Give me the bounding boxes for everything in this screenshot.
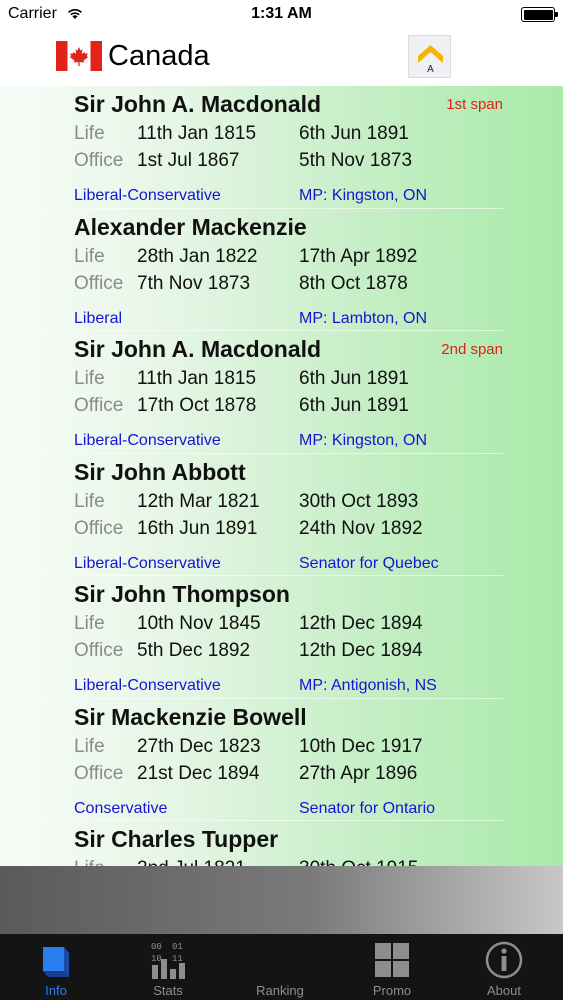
- list-item[interactable]: Sir John Thompson Life 10th Nov 1845 12th D…: [0, 576, 563, 699]
- tab-stats-label: Stats: [153, 983, 183, 998]
- party-label: Liberal-Conservative: [74, 677, 221, 694]
- death-date: 12th Dec 1894: [299, 613, 423, 634]
- seat-label: Senator for Ontario: [299, 799, 436, 817]
- prime-minister-list[interactable]: Sir John A. Macdonald 1st span Life 11th Ja…: [0, 86, 563, 866]
- death-date: 6th Jun 1891: [299, 123, 409, 144]
- badge-letter: A: [427, 64, 434, 75]
- info-icon: [485, 941, 523, 979]
- stats-digit: 00: [151, 942, 162, 952]
- office-start-date: 17th Oct 1878: [137, 395, 257, 416]
- office-end-date: 24th Nov 1892: [299, 517, 423, 539]
- office-start-date: 21st Dec 1894: [137, 762, 260, 784]
- stats-icon: 00 01 10 11: [151, 942, 185, 979]
- book-icon: [43, 947, 69, 977]
- office-label: Office: [74, 395, 124, 416]
- tab-promo-label: Promo: [372, 983, 412, 998]
- pm-name: Alexander Mackenzie: [74, 213, 307, 240]
- office-start-date: 7th Nov 1873: [137, 272, 251, 294]
- list-item[interactable]: Sir Charles Tupper Life 2nd Jul 1821 30th O…: [0, 821, 563, 866]
- tab-ranking-label: Ranking: [256, 983, 304, 998]
- ad-banner-area: [0, 866, 563, 934]
- status-time: 1:31 AM: [251, 5, 312, 22]
- life-label: Life: [74, 490, 105, 512]
- header: Canada A: [0, 28, 563, 86]
- birth-date: 11th Jan 1815: [137, 368, 257, 389]
- page-title: Canada: [108, 40, 210, 72]
- pm-name: Sir John A. Macdonald: [74, 336, 322, 362]
- life-label: Life: [74, 368, 105, 389]
- tab-about-label: About: [487, 983, 521, 998]
- office-end-date: 5th Nov 1873: [299, 150, 413, 171]
- office-end-date: 6th Jun 1891: [299, 395, 409, 416]
- life-label: Life: [74, 735, 105, 757]
- stats-digit: 11: [172, 954, 183, 964]
- canada-flag-icon: [56, 41, 102, 71]
- status-bar: Carrier 1:31 AM: [0, 0, 563, 28]
- app-badge-button[interactable]: A: [408, 35, 451, 78]
- tab-ranking[interactable]: Ranking: [224, 934, 336, 1000]
- life-label: Life: [74, 858, 105, 866]
- office-end-date: 12th Dec 1894: [299, 640, 423, 661]
- party-label: Conservative: [74, 799, 168, 817]
- seat-label: MP: Kingston, ON: [299, 187, 428, 204]
- seat-label: MP: Kingston, ON: [299, 432, 428, 449]
- office-start-date: 5th Dec 1892: [137, 640, 251, 661]
- tab-promo[interactable]: Promo: [336, 934, 448, 1000]
- span-note: 2nd span: [441, 341, 503, 358]
- death-date: 17th Apr 1892: [299, 245, 418, 267]
- party-label: Liberal: [74, 309, 123, 327]
- birth-date: 10th Nov 1845: [137, 613, 261, 634]
- birth-date: 28th Jan 1822: [137, 245, 258, 267]
- pm-name: Sir John Abbott: [74, 458, 246, 485]
- seat-label: MP: Antigonish, NS: [299, 677, 437, 694]
- death-date: 6th Jun 1891: [299, 368, 409, 389]
- office-end-date: 8th Oct 1878: [299, 272, 408, 294]
- office-label: Office: [74, 150, 124, 171]
- death-date: 30th Oct 1893: [299, 490, 419, 512]
- death-date: 30th Oct 1915: [299, 858, 418, 866]
- tab-info[interactable]: Info: [0, 934, 112, 1000]
- birth-date: 2nd Jul 1821: [137, 858, 246, 866]
- birth-date: 12th Mar 1821: [137, 490, 260, 512]
- seat-label: Senator for Quebec: [299, 554, 439, 572]
- life-label: Life: [74, 123, 105, 144]
- stats-digit: 01: [172, 942, 183, 952]
- life-label: Life: [74, 245, 105, 267]
- office-end-date: 27th Apr 1896: [299, 762, 418, 784]
- tab-bar: Info 00 01 10 11 Stats Ranking Promo Abo…: [0, 934, 563, 1000]
- list-item[interactable]: Sir John A. Macdonald 2nd span Life 11th Ja…: [0, 331, 563, 454]
- life-label: Life: [74, 613, 105, 634]
- pm-name: Sir Charles Tupper: [74, 826, 279, 852]
- party-label: Liberal-Conservative: [74, 187, 221, 204]
- pm-name: Sir Mackenzie Bowell: [74, 703, 307, 730]
- grid-icon: [375, 943, 409, 977]
- pm-name: Sir John Thompson: [74, 581, 290, 607]
- battery-icon: [521, 7, 558, 22]
- office-start-date: 16th Jun 1891: [137, 517, 258, 539]
- seat-label: MP: Lambton, ON: [299, 309, 428, 327]
- pm-name: Sir John A. Macdonald: [74, 91, 322, 117]
- tab-info-label: Info: [45, 983, 67, 998]
- tab-stats[interactable]: 00 01 10 11 Stats: [112, 934, 224, 1000]
- birth-date: 27th Dec 1823: [137, 735, 261, 757]
- party-label: Liberal-Conservative: [74, 554, 221, 572]
- death-date: 10th Dec 1917: [299, 735, 423, 757]
- office-label: Office: [74, 640, 124, 661]
- span-note: 1st span: [446, 96, 503, 113]
- office-label: Office: [74, 762, 124, 784]
- office-label: Office: [74, 517, 124, 539]
- list-item[interactable]: Sir John Abbott Life 12th Mar 1821 30th Oct…: [0, 454, 563, 576]
- office-label: Office: [74, 272, 124, 294]
- list-item[interactable]: Alexander Mackenzie Life 28th Jan 1822 17th…: [0, 209, 563, 331]
- list-item[interactable]: Sir John A. Macdonald 1st span Life 11th Ja…: [0, 86, 563, 209]
- app-a-icon: A: [418, 45, 443, 75]
- tab-about[interactable]: About: [448, 934, 560, 1000]
- stats-digit: 10: [151, 954, 162, 964]
- office-start-date: 1st Jul 1867: [137, 150, 240, 171]
- birth-date: 11th Jan 1815: [137, 123, 257, 144]
- list-item[interactable]: Sir Mackenzie Bowell Life 27th Dec 1823 10t…: [0, 699, 563, 821]
- party-label: Liberal-Conservative: [74, 432, 221, 449]
